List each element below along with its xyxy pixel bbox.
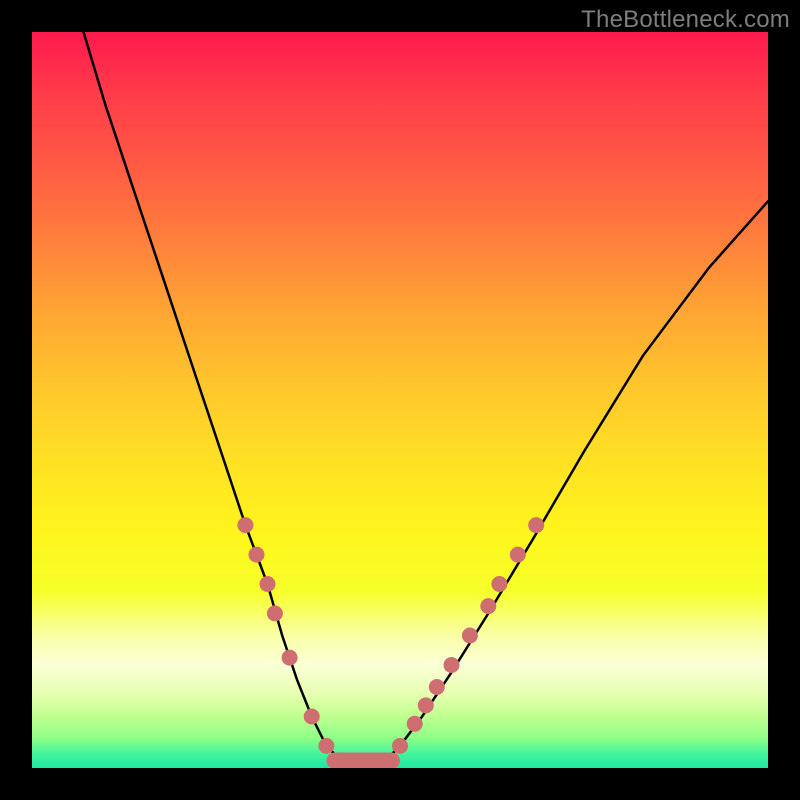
highlight-dot: [282, 650, 298, 666]
highlight-dot: [377, 753, 393, 768]
highlight-dot: [510, 547, 526, 563]
highlight-dot: [267, 605, 283, 621]
highlight-dot: [429, 679, 445, 695]
highlight-dot: [480, 598, 496, 614]
highlight-dot: [392, 738, 408, 754]
highlight-dot: [260, 576, 276, 592]
highlight-dot: [444, 657, 460, 673]
highlight-dot: [333, 753, 349, 768]
highlight-dot: [462, 628, 478, 644]
highlight-dot: [318, 738, 334, 754]
highlight-dot: [304, 709, 320, 725]
curve-layer: [32, 32, 768, 768]
highlight-dot: [528, 517, 544, 533]
watermark-text: TheBottleneck.com: [581, 6, 790, 34]
highlight-dot: [407, 716, 423, 732]
highlight-dot: [491, 576, 507, 592]
highlight-dot: [418, 697, 434, 713]
chart-frame: TheBottleneck.com: [0, 0, 800, 800]
highlight-dot: [237, 517, 253, 533]
highlight-dot: [249, 547, 265, 563]
plot-area: [32, 32, 768, 768]
bottleneck-curve: [84, 32, 769, 764]
